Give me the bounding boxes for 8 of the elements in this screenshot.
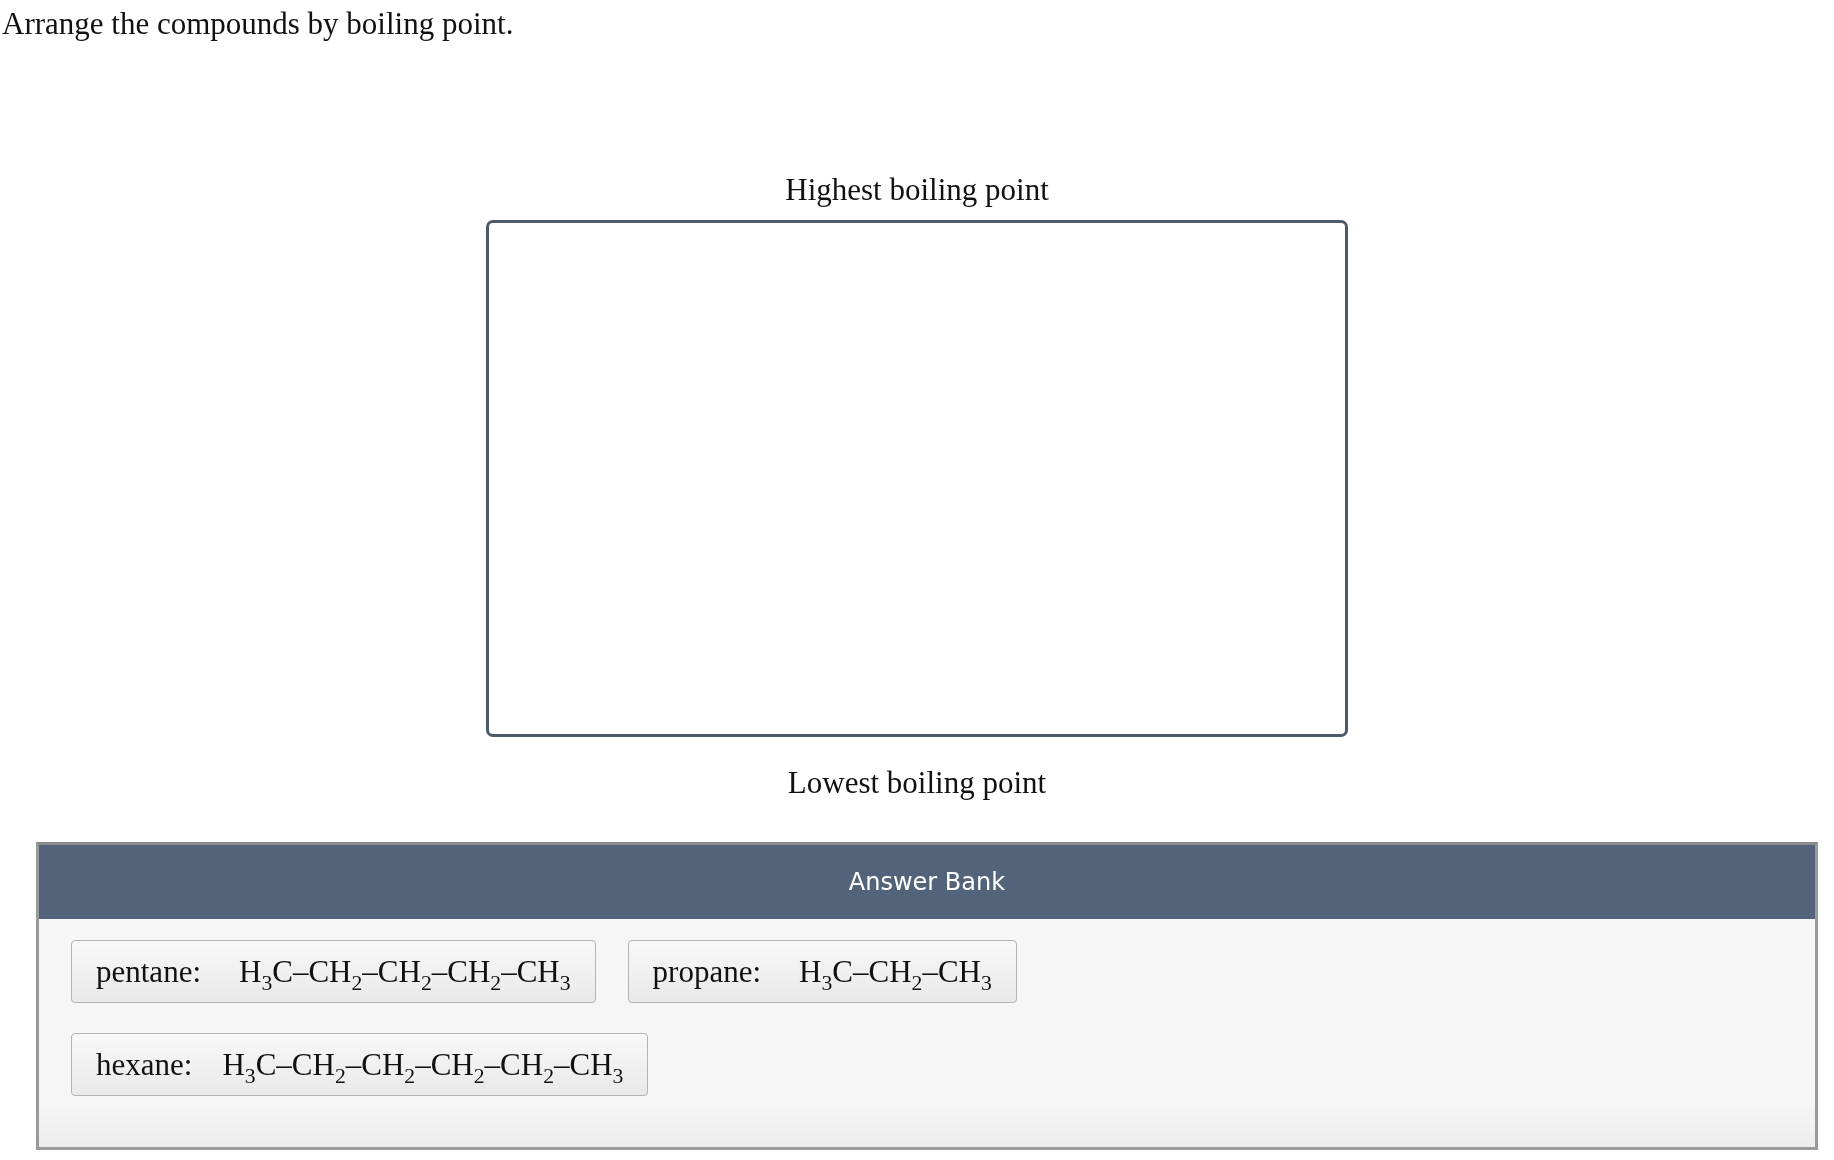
- compound-chip[interactable]: propane: H$_{3}$C–CH$_{2}$–CH$_{3}$: [627, 940, 1017, 1003]
- compound-chip[interactable]: hexane: H$_{3}$C–CH$_{2}$–CH$_{2}$–CH$_{2}$–CH$_{2}$–CH$_{3}$: [71, 1033, 649, 1096]
- sort-label: Highest boiling point: [785, 171, 1049, 209]
- question-prompt: Arrange the compounds by boiling point.: [2, 6, 514, 41]
- answer-bank-header: Answer Bank: [39, 845, 1815, 919]
- compound-chip[interactable]: pentane: H$_{3}$C–CH$_{2}$–CH$_{2}$–CH$_{2}$–CH$_{3}$: [71, 940, 596, 1003]
- sort-label: Lowest boiling point: [787, 764, 1047, 802]
- drop-zone[interactable]: [486, 220, 1348, 737]
